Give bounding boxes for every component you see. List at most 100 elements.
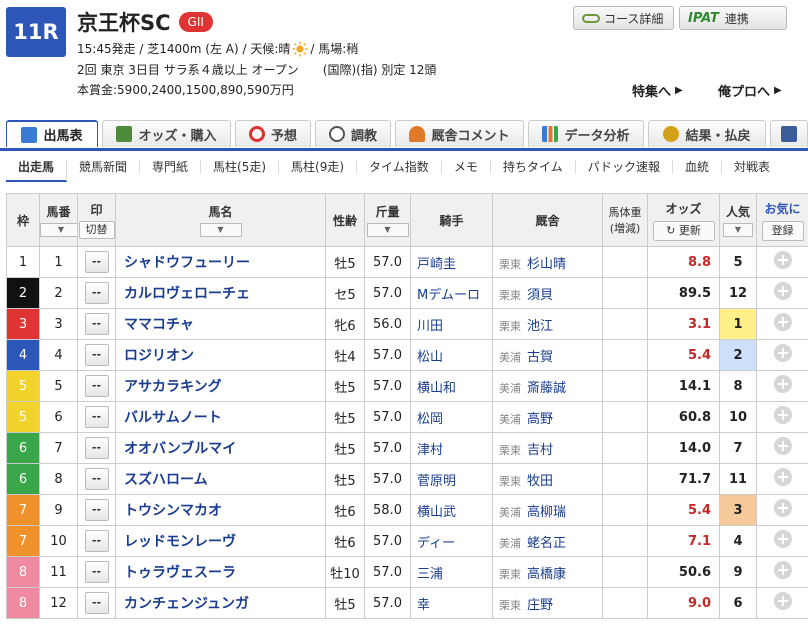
sort-chevron-icon[interactable]: ▼ (723, 223, 753, 237)
trainer-link[interactable]: 蛯名正 (527, 536, 566, 551)
add-favorite-icon[interactable] (773, 313, 792, 331)
mark-select-button[interactable]: -- (84, 592, 109, 614)
subnav-pedigree[interactable]: 血統 (673, 160, 722, 174)
horse-name-link[interactable]: バルサムノート (115, 401, 326, 433)
trainer-link[interactable]: 高野 (527, 412, 553, 427)
horse-name-link[interactable]: カンチェンジュンガ (115, 587, 326, 619)
jockey-link[interactable]: 松岡 (410, 401, 493, 433)
trainer-link[interactable]: 古賀 (527, 350, 553, 365)
col-weight[interactable]: 斤量 ▼ (364, 193, 411, 247)
add-favorite-icon[interactable] (773, 375, 792, 393)
trainer-link[interactable]: 杉山晴 (527, 257, 566, 272)
add-favorite-icon[interactable] (773, 561, 792, 579)
tab-entries[interactable]: 出馬表 (6, 120, 98, 147)
odds-cell: 71.7 (647, 463, 720, 495)
tab-data-analysis[interactable]: データ分析 (528, 120, 644, 147)
add-favorite-icon[interactable] (773, 344, 792, 362)
add-favorite-icon[interactable] (773, 437, 792, 455)
subnav-past5[interactable]: 馬柱(5走) (201, 160, 280, 174)
waku-cell: 3 (6, 308, 40, 340)
horse-name-link[interactable]: トウシンマカオ (115, 494, 326, 526)
jockey-link[interactable]: ディー (410, 525, 493, 557)
jockey-link[interactable]: 川田 (410, 308, 493, 340)
popularity-cell: 9 (719, 556, 757, 588)
mark-select-button[interactable]: -- (84, 499, 109, 521)
add-favorite-icon[interactable] (773, 406, 792, 424)
mark-select-button[interactable]: -- (84, 251, 109, 273)
add-favorite-icon[interactable] (773, 530, 792, 548)
jockey-link[interactable]: 戸崎圭 (410, 246, 493, 278)
horse-name-link[interactable]: スズハローム (115, 463, 326, 495)
sort-chevron-icon[interactable]: ▼ (366, 223, 409, 237)
subnav-best-time[interactable]: 持ちタイム (491, 160, 576, 174)
trainer-link[interactable]: 須貝 (527, 288, 553, 303)
subnav-newspaper[interactable]: 競馬新聞 (67, 160, 141, 174)
sort-chevron-icon[interactable]: ▼ (40, 223, 82, 237)
horse-name-link[interactable]: アサカラキング (115, 370, 326, 402)
ipat-link-button[interactable]: IPAT 連携 (679, 6, 787, 30)
entries-body: 1 1 -- シャドウフューリー 牡5 57.0 戸崎圭 栗東 杉山晴 8.8 5 2 2 -- カルロヴェ… (6, 246, 808, 619)
horse-name-link[interactable]: トゥラヴェスーラ (115, 556, 326, 588)
tab-label: オッズ・購入 (138, 128, 217, 144)
horse-name-link[interactable]: シャドウフューリー (115, 246, 326, 278)
mark-select-button[interactable]: -- (84, 282, 109, 304)
feature-link[interactable]: 特集へ ▶ (632, 81, 683, 100)
mark-select-button[interactable]: -- (84, 437, 109, 459)
odds-refresh-button[interactable]: ↻ 更新 (652, 220, 715, 241)
tab-training[interactable]: 調教 (315, 120, 391, 147)
subnav-past9[interactable]: 馬柱(9走) (279, 160, 358, 174)
pro-link[interactable]: 俺プロへ ▶ (718, 81, 782, 100)
tab-stable-comment[interactable]: 厩舎コメント (395, 120, 524, 147)
horse-name-link[interactable]: カルロヴェローチェ (115, 277, 326, 309)
jockey-link[interactable]: 菅原明 (410, 463, 493, 495)
trainer-link[interactable]: 池江 (527, 319, 553, 334)
tab-video[interactable] (770, 120, 808, 147)
subnav-matchup[interactable]: 対戦表 (722, 160, 782, 174)
sort-chevron-icon[interactable]: ▼ (199, 223, 242, 237)
add-favorite-icon[interactable] (773, 499, 792, 517)
mark-select-button[interactable]: -- (84, 530, 109, 552)
add-favorite-icon[interactable] (773, 251, 792, 269)
trainer-link[interactable]: 牧田 (527, 474, 553, 489)
jockey-link[interactable]: 津村 (410, 432, 493, 464)
trainer-link[interactable]: 高橋康 (527, 567, 566, 582)
tab-prediction[interactable]: 予想 (235, 120, 311, 147)
add-favorite-icon[interactable] (773, 282, 792, 300)
col-umaban[interactable]: 馬番 ▼ (39, 193, 82, 247)
jockey-link[interactable]: 松山 (410, 339, 493, 371)
trainer-link[interactable]: 高柳瑞 (527, 505, 566, 520)
horse-name-link[interactable]: ママコチャ (115, 308, 326, 340)
course-detail-button[interactable]: コース詳細 (573, 6, 674, 30)
trainer-link[interactable]: 吉村 (527, 443, 553, 458)
col-popularity[interactable]: 人気 ▼ (719, 193, 757, 247)
horse-name-link[interactable]: オオバンブルマイ (115, 432, 326, 464)
favorite-register-button[interactable]: 登録 (761, 220, 804, 241)
mark-toggle-button[interactable]: 切替 (78, 221, 115, 239)
mark-select-button[interactable]: -- (84, 406, 109, 428)
subnav-entries[interactable]: 出走馬 (6, 160, 68, 182)
tab-results[interactable]: 結果・払戻 (648, 120, 766, 147)
trainer-link[interactable]: 庄野 (527, 598, 553, 613)
jockey-link[interactable]: 横山和 (410, 370, 493, 402)
add-favorite-icon[interactable] (773, 468, 792, 486)
horse-name-link[interactable]: ロジリオン (115, 339, 326, 371)
col-horse-name[interactable]: 馬名 ▼ (115, 193, 326, 247)
subnav-paddock[interactable]: パドック速報 (576, 160, 673, 174)
mark-select-button[interactable]: -- (84, 468, 109, 490)
tab-odds[interactable]: オッズ・購入 (102, 120, 231, 147)
horse-name-link[interactable]: レッドモンレーヴ (115, 525, 326, 557)
subnav-special-paper[interactable]: 専門紙 (140, 160, 202, 174)
mark-select-button[interactable]: -- (84, 561, 109, 583)
jockey-link[interactable]: 幸 (410, 587, 493, 619)
jockey-link[interactable]: 三浦 (410, 556, 493, 588)
subnav-memo[interactable]: メモ (442, 160, 491, 174)
trainer-link[interactable]: 斎藤誠 (527, 381, 566, 396)
mark-select-button[interactable]: -- (84, 313, 109, 335)
mark-select-button[interactable]: -- (84, 375, 109, 397)
subnav-time-index[interactable]: タイム指数 (357, 160, 442, 174)
mark-select-button[interactable]: -- (84, 344, 109, 366)
add-favorite-icon[interactable] (773, 592, 792, 610)
jockey-link[interactable]: Mデムーロ (410, 277, 493, 309)
jockey-link[interactable]: 横山武 (410, 494, 493, 526)
weight-cell: 57.0 (364, 277, 411, 309)
